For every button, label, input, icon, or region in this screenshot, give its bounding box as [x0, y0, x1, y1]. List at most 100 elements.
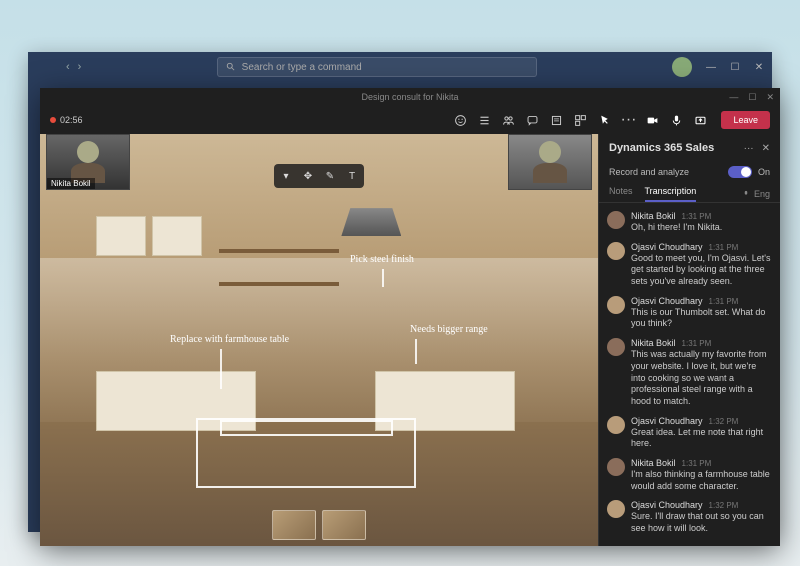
cursor-icon[interactable]	[597, 113, 611, 127]
annotation-line	[220, 349, 222, 389]
record-dot-icon	[50, 117, 56, 123]
people-icon[interactable]	[501, 113, 515, 127]
transcription-message: Nikita Bokil1:31 PMOh, hi there! I'm Nik…	[607, 207, 772, 238]
meeting-titlebar: Design consult for Nikita — ☐ ✕	[40, 88, 780, 106]
minimize-button[interactable]: —	[706, 62, 716, 72]
transcription-message: Nikita Bokil1:31 PMThis was actually my …	[607, 334, 772, 411]
participant-name: Nikita Bokil	[47, 178, 95, 189]
participant-video-2[interactable]	[508, 134, 592, 190]
message-body: Ojasvi Choudhary 1:32 PMGreat idea. Let m…	[631, 416, 772, 450]
message-text: This is our Thumbolt set. What do you th…	[631, 307, 772, 330]
breakout-icon[interactable]	[573, 113, 587, 127]
participant-video-1[interactable]: Nikita Bokil	[46, 134, 130, 190]
language-selector[interactable]: Eng	[741, 186, 770, 202]
stage-thumbnails	[272, 510, 366, 540]
nav-back[interactable]: ‹	[66, 61, 70, 73]
more-icon[interactable]: ···	[621, 113, 635, 127]
meeting-title: Design consult for Nikita	[361, 92, 458, 102]
annotation-text: Pick steel finish	[350, 254, 414, 265]
reactions-icon[interactable]	[453, 113, 467, 127]
message-avatar	[607, 211, 625, 229]
nav-arrows: ‹ ›	[66, 61, 81, 73]
leave-button[interactable]: Leave	[721, 111, 770, 129]
tool-move-icon[interactable]: ✥	[300, 168, 316, 184]
panel-title: Dynamics 365 Sales	[609, 142, 714, 154]
avatar-body	[533, 163, 567, 183]
avatar-head	[77, 141, 99, 163]
meeting-close[interactable]: ✕	[766, 92, 774, 103]
message-time: 1:31 PM	[709, 243, 739, 252]
message-avatar	[607, 500, 625, 518]
transcription-message: Ojasvi Choudhary 1:31 PMThis is our Thumb…	[607, 292, 772, 334]
message-author: Ojasvi Choudhary	[631, 500, 703, 510]
user-avatar[interactable]	[672, 57, 692, 77]
tab-notes[interactable]: Notes	[609, 186, 633, 202]
search-wrap: Search or type a command	[81, 57, 672, 77]
message-body: Ojasvi Choudhary1:31 PMGood to meet you,…	[631, 242, 772, 288]
transcription-message: Ojasvi Choudhary1:31 PMGood to meet you,…	[607, 238, 772, 292]
message-time: 1:31 PM	[682, 212, 712, 221]
record-toggle[interactable]	[728, 166, 752, 178]
tab-transcription[interactable]: Transcription	[645, 186, 697, 202]
message-time: 1:32 PM	[709, 417, 739, 426]
message-avatar	[607, 296, 625, 314]
mic-small-icon	[741, 189, 751, 199]
close-button[interactable]: ✕	[754, 62, 764, 72]
annotation-line	[415, 339, 417, 364]
meeting-body: Replace with farmhouse table Pick steel …	[40, 134, 780, 546]
message-avatar	[607, 242, 625, 260]
panel-close-icon[interactable]: ✕	[762, 143, 770, 154]
transcription-list[interactable]: Nikita Bokil1:31 PMOh, hi there! I'm Nik…	[599, 203, 780, 546]
camera-icon[interactable]	[645, 113, 659, 127]
share-icon[interactable]	[693, 113, 707, 127]
thumbnail[interactable]	[322, 510, 366, 540]
message-body: Ojasvi Choudhary1:32 PMSure. I'll draw t…	[631, 500, 772, 534]
thumbnail[interactable]	[272, 510, 316, 540]
avatar-head	[539, 141, 561, 163]
maximize-button[interactable]: ☐	[730, 62, 740, 72]
message-body: Ojasvi Choudhary 1:31 PMThis is our Thumb…	[631, 296, 772, 330]
message-text: Oh, hi there! I'm Nikita.	[631, 222, 772, 234]
mic-icon[interactable]	[669, 113, 683, 127]
transcription-message: Ojasvi Choudhary 1:32 PMGreat idea. Let m…	[607, 412, 772, 454]
tool-select-icon[interactable]: ▾	[278, 168, 294, 184]
message-avatar	[607, 338, 625, 356]
tool-draw-icon[interactable]: ✎	[322, 168, 338, 184]
view-list-icon[interactable]	[477, 113, 491, 127]
shared-content: Replace with farmhouse table Pick steel …	[40, 134, 598, 546]
panel-more-icon[interactable]: ···	[744, 143, 754, 154]
message-avatar	[607, 416, 625, 434]
cabinet	[152, 216, 202, 256]
outer-titlebar: ‹ › Search or type a command — ☐ ✕	[28, 52, 772, 82]
message-text: Good to meet you, I'm Ojasvi. Let's get …	[631, 253, 772, 288]
message-avatar	[607, 458, 625, 476]
annotation-text: Needs bigger range	[410, 324, 488, 335]
message-author: Ojasvi Choudhary	[631, 296, 703, 306]
meeting-toolbar: 02:56 ··· Leave	[40, 106, 780, 134]
meeting-window-controls: — ☐ ✕	[729, 92, 774, 103]
cabinet	[375, 371, 515, 431]
meeting-stage: Replace with farmhouse table Pick steel …	[40, 134, 598, 546]
cabinet	[96, 216, 146, 256]
meeting-minimize[interactable]: —	[729, 92, 738, 103]
chat-icon[interactable]	[525, 113, 539, 127]
message-text: Great idea. Let me note that right here.	[631, 427, 772, 450]
message-author: Nikita Bokil	[631, 458, 676, 468]
message-body: Nikita Bokil1:31 PMI'm also thinking a f…	[631, 458, 772, 492]
message-time: 1:31 PM	[709, 297, 739, 306]
annotation-line	[382, 269, 384, 287]
recording-indicator: 02:56	[50, 115, 83, 125]
message-author: Nikita Bokil	[631, 338, 676, 348]
record-label: Record and analyze	[609, 167, 689, 177]
annotation-toolbar: ▾ ✥ ✎ T	[274, 164, 364, 188]
transcription-message: Nikita Bokil1:31 PMI'm also thinking a f…	[607, 454, 772, 496]
meeting-maximize[interactable]: ☐	[748, 92, 756, 103]
search-input[interactable]: Search or type a command	[217, 57, 537, 77]
meeting-icons: ··· Leave	[453, 111, 770, 129]
language-label: Eng	[754, 189, 770, 199]
message-author: Ojasvi Choudhary	[631, 416, 703, 426]
message-text: I'm also thinking a farmhouse table woul…	[631, 469, 772, 492]
tool-text-icon[interactable]: T	[344, 168, 360, 184]
toggle-state: On	[758, 167, 770, 177]
notes-icon[interactable]	[549, 113, 563, 127]
